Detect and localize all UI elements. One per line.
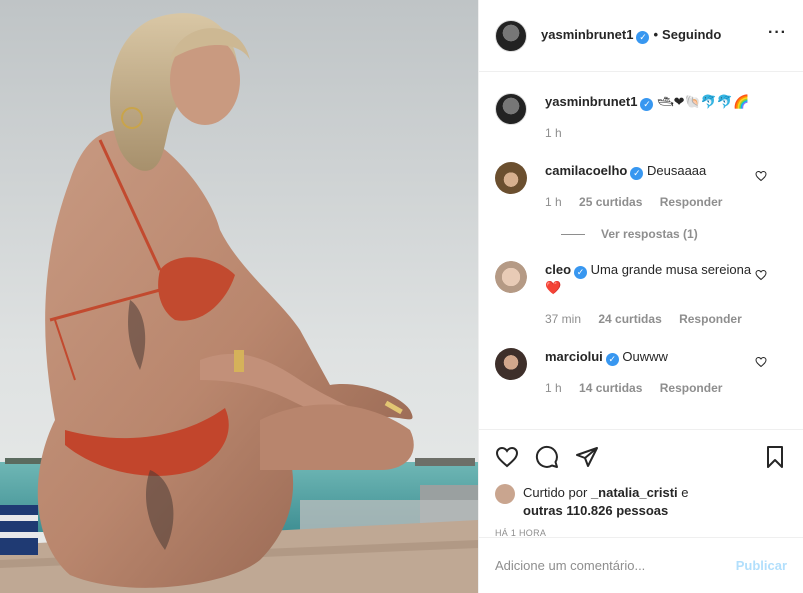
comment-text: Deusaaaa <box>647 163 707 178</box>
post-side-panel: yasminbrunet1 ✓ • Seguindo ··· yasminbrunet… <box>478 0 803 593</box>
commenter-avatar[interactable] <box>495 261 527 293</box>
author-avatar[interactable] <box>495 19 527 52</box>
other-likes-link[interactable]: outras 110.826 pessoas <box>523 503 668 518</box>
commenter-avatar[interactable] <box>495 162 527 194</box>
bookmark-icon[interactable] <box>763 445 787 469</box>
separator-dot: • <box>653 27 659 42</box>
share-icon[interactable] <box>575 445 599 469</box>
caption-text: 🛥❤🐚🐬🐬🌈 <box>657 94 750 109</box>
author-avatar[interactable] <box>495 93 527 125</box>
verified-icon: ✓ <box>640 98 654 111</box>
comment-username[interactable]: camilacoelho <box>545 163 627 178</box>
comment-input[interactable] <box>495 558 736 573</box>
liker-avatar[interactable] <box>495 484 515 504</box>
author-username[interactable]: yasminbrunet1 <box>541 27 633 42</box>
post-photo[interactable] <box>0 0 478 593</box>
verified-icon: ✓ <box>630 167 644 180</box>
caption-row: yasminbrunet1 ✓ 🛥❤🐚🐬🐬🌈 1 h <box>495 73 787 142</box>
heart-icon[interactable] <box>755 170 767 182</box>
heart-icon[interactable] <box>755 356 767 368</box>
commenter-avatar[interactable] <box>495 348 527 380</box>
post-header: yasminbrunet1 ✓ • Seguindo ··· <box>479 0 803 72</box>
caption-username[interactable]: yasminbrunet1 <box>545 94 637 109</box>
post-actions: Curtido por _natalia_cristi e outras 110… <box>479 429 803 539</box>
verified-icon: ✓ <box>574 266 588 279</box>
liked-by-mid: e <box>681 485 689 500</box>
reply-button[interactable]: Responder <box>660 195 723 209</box>
view-replies-label: Ver respostas (1) <box>601 227 698 241</box>
following-button[interactable]: Seguindo <box>662 27 721 42</box>
comment-item: cleo ✓ Uma grande musa sereiona❤️ 37 min … <box>495 241 787 328</box>
comment-time[interactable]: 37 min <box>545 312 581 326</box>
view-replies-button[interactable]: Ver respostas (1) <box>561 227 787 241</box>
reply-button[interactable]: Responder <box>660 381 723 395</box>
comment-username[interactable]: cleo <box>545 262 571 277</box>
comment-time[interactable]: 1 h <box>545 195 562 209</box>
liker-username[interactable]: _natalia_cristi <box>591 485 678 500</box>
like-heart-icon[interactable] <box>495 445 519 469</box>
heart-icon[interactable] <box>755 269 767 281</box>
comment-icon[interactable] <box>535 445 559 469</box>
publish-button[interactable]: Publicar <box>736 558 787 573</box>
verified-icon: ✓ <box>605 353 619 366</box>
more-options-icon[interactable]: ··· <box>768 25 787 41</box>
add-comment-bar: Publicar <box>479 537 803 593</box>
verified-icon: ✓ <box>636 31 650 44</box>
comment-likes[interactable]: 25 curtidas <box>579 195 642 209</box>
caption-time[interactable]: 1 h <box>545 126 562 140</box>
comment-item: camilacoelho ✓ Deusaaaa 1 h 25 curtidas R… <box>495 142 787 211</box>
comment-item: marciolui ✓ Ouwww 1 h 14 curtidas Respond… <box>495 328 787 397</box>
liked-by-row: Curtido por _natalia_cristi e outras 110… <box>495 484 787 520</box>
liked-by-prefix: Curtido por <box>523 485 588 500</box>
author-username-row: yasminbrunet1 ✓ • Seguindo <box>541 27 721 44</box>
replies-divider <box>561 233 585 235</box>
comment-username[interactable]: marciolui <box>545 349 603 364</box>
reply-button[interactable]: Responder <box>679 312 742 326</box>
comment-time[interactable]: 1 h <box>545 381 562 395</box>
post-dialog: yasminbrunet1 ✓ • Seguindo ··· yasminbrunet… <box>0 0 803 593</box>
comment-likes[interactable]: 14 curtidas <box>579 381 642 395</box>
comment-likes[interactable]: 24 curtidas <box>598 312 661 326</box>
comment-text: Ouwww <box>622 349 668 364</box>
comments-list[interactable]: yasminbrunet1 ✓ 🛥❤🐚🐬🐬🌈 1 h camilacoelho ✓ … <box>479 73 803 429</box>
